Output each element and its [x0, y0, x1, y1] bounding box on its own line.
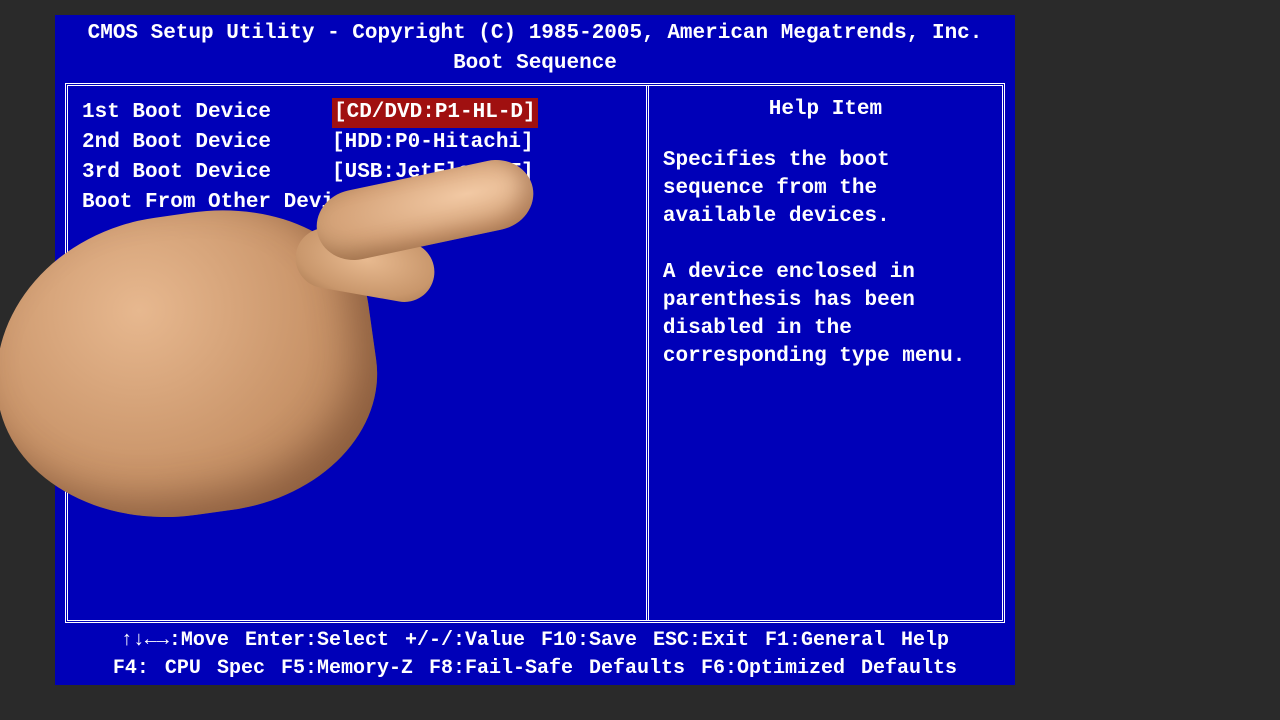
help-body: Specifies the boot sequence from the ava…: [663, 147, 988, 371]
bios-subtitle: Boot Sequence: [55, 49, 1015, 79]
bios-screen: CMOS Setup Utility - Copyright (C) 1985-…: [55, 15, 1015, 685]
boot-device-1[interactable]: 1st Boot Device [CD/DVD:P1-HL-D]: [82, 98, 632, 128]
legend-line-1: ↑↓←→:Move Enter:Select +/-/:Value F10:Sa…: [55, 627, 1015, 655]
setting-value-selected[interactable]: [CD/DVD:P1-HL-D]: [332, 98, 538, 128]
help-pane: Help Item Specifies the boot sequence fr…: [646, 86, 1002, 620]
legend-line-2: F4: CPU Spec F5:Memory-Z F8:Fail-Safe De…: [55, 655, 1015, 683]
main-panel: 1st Boot Device [CD/DVD:P1-HL-D] 2nd Boo…: [65, 83, 1005, 623]
boot-device-2[interactable]: 2nd Boot Device [HDD:P0-Hitachi]: [82, 128, 632, 158]
setting-value[interactable]: [Yes]: [372, 188, 435, 218]
setting-label: Boot From Other Device: [82, 188, 372, 218]
setting-value[interactable]: [HDD:P0-Hitachi]: [332, 128, 534, 158]
help-title: Help Item: [663, 98, 988, 121]
setting-label: 3rd Boot Device: [82, 158, 332, 188]
setting-label: 2nd Boot Device: [82, 128, 332, 158]
bios-title: CMOS Setup Utility - Copyright (C) 1985-…: [55, 19, 1015, 49]
key-legend: ↑↓←→:Move Enter:Select +/-/:Value F10:Sa…: [55, 625, 1015, 689]
boot-other-device[interactable]: Boot From Other Device [Yes]: [82, 188, 632, 218]
settings-pane: 1st Boot Device [CD/DVD:P1-HL-D] 2nd Boo…: [68, 86, 646, 620]
setting-value[interactable]: [USB:JetFlash T]: [332, 158, 534, 188]
setting-label: 1st Boot Device: [82, 98, 332, 128]
boot-device-3[interactable]: 3rd Boot Device [USB:JetFlash T]: [82, 158, 632, 188]
